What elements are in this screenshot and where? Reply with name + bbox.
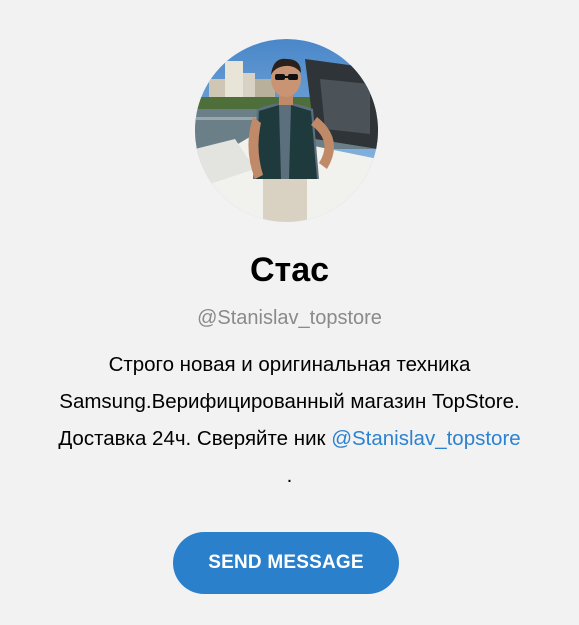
bio-end: . bbox=[286, 464, 293, 487]
avatar[interactable] bbox=[195, 39, 378, 222]
profile-name: Стас bbox=[249, 251, 330, 289]
profile-bio: Строго новая и оригинальная техника Sams… bbox=[8, 346, 571, 494]
bio-line-2: Samsung.Верифицированный магазин TopStor… bbox=[59, 390, 520, 413]
bio-line-3-text: Доставка 24ч. Сверяйте ник bbox=[58, 427, 332, 450]
send-message-button[interactable]: SEND MESSAGE bbox=[173, 532, 399, 594]
bio-username-link[interactable]: @Stanislav_topstore bbox=[331, 427, 520, 450]
avatar-photo bbox=[195, 39, 378, 222]
profile-page: Стас @Stanislav_topstore Строго новая и … bbox=[0, 0, 579, 625]
bio-line-1: Строго новая и оригинальная техника bbox=[108, 353, 471, 376]
profile-username[interactable]: @Stanislav_topstore bbox=[0, 304, 579, 332]
